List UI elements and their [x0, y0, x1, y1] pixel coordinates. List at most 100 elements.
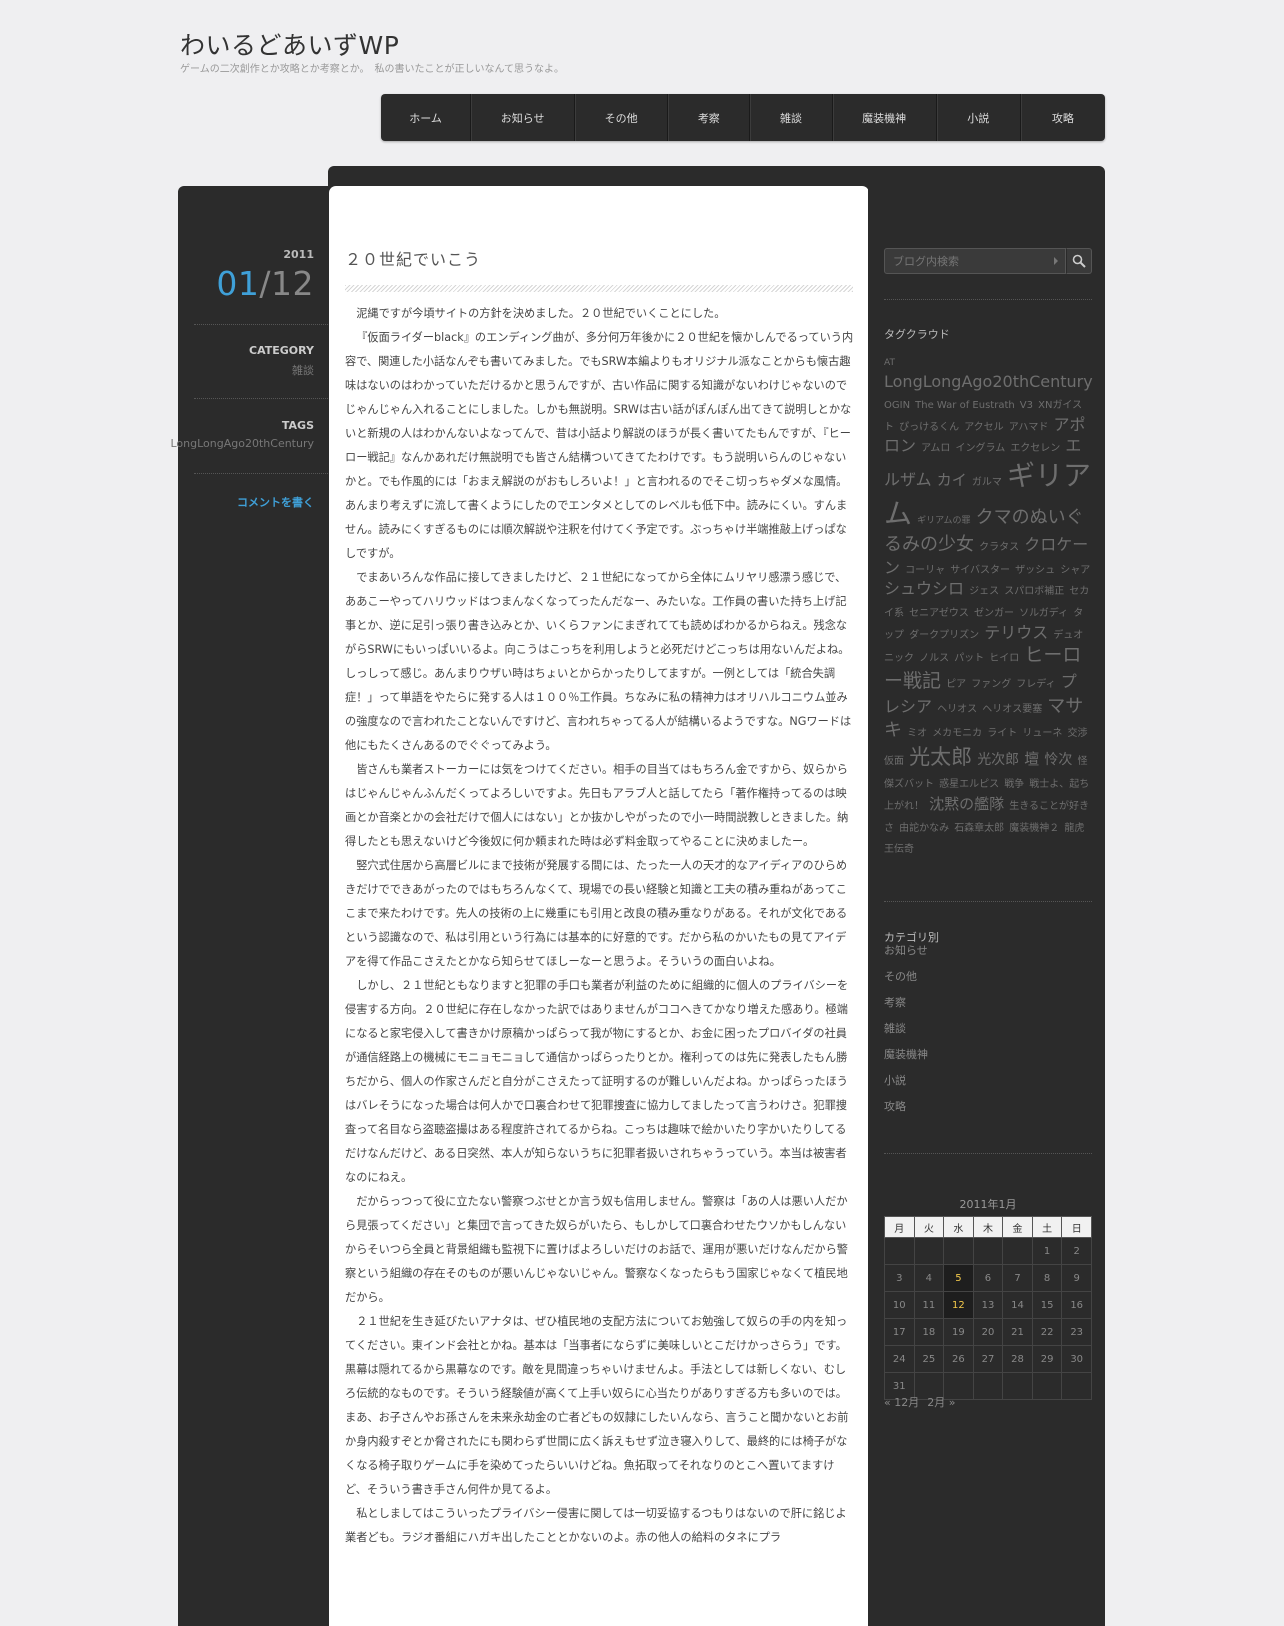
nav-item[interactable]: 魔装機神 — [833, 94, 937, 141]
tag-link[interactable]: ヘリオス要塞 — [982, 704, 1042, 715]
tag-link[interactable]: 惑星エルピス — [939, 779, 999, 790]
post-category-link[interactable]: 雑談 — [292, 362, 314, 378]
tag-link[interactable]: アムロ — [921, 443, 950, 454]
category-item[interactable]: 考察 — [884, 996, 928, 1022]
post-paragraph: 皆さんも業者ストーカーには気をつけてください。相手の目当てはもちろん金ですから、… — [345, 763, 849, 848]
tag-link[interactable]: 壇 — [1024, 750, 1039, 768]
category-item[interactable]: 攻略 — [884, 1100, 928, 1126]
calendar-day: 3 — [884, 1264, 915, 1292]
nav-item[interactable]: ホーム — [381, 94, 472, 141]
tag-link[interactable]: デュオ — [1053, 630, 1083, 641]
post-title[interactable]: ２０世紀でいこう — [345, 246, 481, 270]
tag-link[interactable]: V3 — [1020, 400, 1033, 411]
tag-link[interactable]: ファング — [971, 679, 1011, 690]
tagcloud-title: タグクラウド — [884, 328, 950, 341]
calendar-day: 2 — [1061, 1237, 1092, 1265]
category-item[interactable]: 魔装機神 — [884, 1048, 928, 1074]
tag-link[interactable]: スパロボ補正 — [1004, 586, 1064, 597]
tag-link[interactable]: ゼンガー — [974, 608, 1014, 619]
tag-link[interactable]: 沈黙の艦隊 — [929, 795, 1004, 813]
sidebar-divider — [884, 299, 1092, 300]
post-day: /12 — [259, 264, 314, 303]
tag-link[interactable]: 由詑かなみ — [899, 823, 949, 834]
tag-link[interactable]: ピア — [946, 679, 966, 690]
search-input[interactable] — [884, 248, 1066, 274]
tag-link[interactable]: 光次郎 — [977, 752, 1019, 768]
write-comment-link[interactable]: コメントを書く — [237, 494, 314, 510]
calendar-day[interactable]: 12 — [943, 1291, 974, 1319]
tag-link[interactable]: AT — [884, 358, 895, 368]
tag-link[interactable]: イングラム — [956, 443, 1006, 454]
category-list: お知らせ その他 考察 雑談 魔装機神 小説 攻略 — [884, 944, 928, 1126]
calendar-empty-cell — [1002, 1237, 1033, 1265]
tag-link[interactable]: リューネ — [1022, 728, 1062, 739]
tag-link[interactable]: 怜次 — [1044, 752, 1072, 768]
tag-link[interactable]: カイ — [937, 471, 967, 489]
tag-link[interactable]: アハマド — [1009, 422, 1049, 433]
nav-item[interactable]: お知らせ — [471, 94, 576, 141]
tag-link[interactable]: パット — [954, 653, 984, 664]
tag-link[interactable]: ミオ — [907, 728, 927, 739]
tag-cloud: AT LongLongAgo20thCentury OGIN The War o… — [884, 349, 1093, 858]
calendar-day: 7 — [1002, 1264, 1033, 1292]
tag-link[interactable]: ギリアムの罪 — [917, 516, 970, 526]
category-item[interactable]: その他 — [884, 970, 928, 996]
category-title: カテゴリ別 — [884, 931, 939, 944]
tag-link[interactable]: ヒイロ — [989, 653, 1019, 664]
tag-link[interactable]: ヘリオス — [937, 704, 977, 715]
calendar-prev-link[interactable]: « 12月 — [884, 1396, 919, 1409]
tag-link[interactable]: 魔装機神２ — [1009, 823, 1059, 834]
tag-link[interactable]: テリウス — [984, 623, 1048, 642]
tags-label: TAGS — [281, 419, 314, 432]
search-icon — [1072, 254, 1086, 268]
nav-item[interactable]: 小説 — [937, 94, 1021, 141]
tag-link[interactable]: セニアゼウス — [909, 608, 969, 619]
tag-link[interactable]: アクセル — [964, 422, 1004, 433]
calendar-empty-cell — [913, 1237, 945, 1265]
tag-link[interactable]: ノルス — [919, 653, 949, 664]
tag-link[interactable]: The War of Eustrath — [915, 400, 1015, 411]
tag-link[interactable]: ダークプリズン — [909, 630, 979, 641]
category-item[interactable]: 小説 — [884, 1074, 928, 1100]
nav-item[interactable]: 考察 — [668, 94, 751, 141]
tag-link[interactable]: 石森章太郎 — [954, 823, 1004, 834]
sidebar-divider — [884, 901, 1092, 902]
post-paragraph: 竪穴式住居から高層ビルにまで技術が発展する間には、たった一人の天才的なアイディア… — [345, 859, 848, 968]
nav-item[interactable]: 攻略 — [1021, 94, 1105, 141]
tag-link[interactable]: ニック — [884, 653, 914, 664]
meta-divider — [194, 473, 330, 474]
tag-link[interactable]: 仮面 — [884, 756, 904, 767]
tag-link[interactable]: ザッシュ — [1015, 565, 1055, 576]
category-item[interactable]: お知らせ — [884, 944, 928, 970]
tag-link[interactable]: クラタス — [979, 542, 1019, 553]
tag-link[interactable]: シュウシロ — [884, 579, 964, 598]
tag-link[interactable]: ぴっけるくん — [899, 422, 959, 433]
tag-link[interactable]: 交渉 — [1067, 728, 1087, 739]
site-title[interactable]: わいるどあいずWP — [180, 26, 399, 62]
tag-link[interactable]: OGIN — [884, 400, 910, 411]
nav-item[interactable]: 雑談 — [750, 94, 833, 141]
tag-link[interactable]: コーリャ — [905, 565, 945, 576]
tag-link[interactable]: メカモニカ — [932, 728, 982, 739]
tag-link[interactable]: エクセレン — [1010, 443, 1060, 454]
calendar-day: 8 — [1031, 1264, 1063, 1292]
tag-link[interactable]: ソルガディ — [1019, 608, 1068, 619]
tag-link[interactable]: ライト — [987, 728, 1017, 739]
search-button[interactable] — [1066, 248, 1092, 274]
tag-link[interactable]: LongLongAgo20thCentury — [884, 372, 1093, 391]
calendar-day: 4 — [913, 1264, 945, 1292]
tag-link[interactable]: ガルマ — [972, 477, 1002, 488]
tag-link[interactable]: 戦争 — [1004, 779, 1024, 790]
calendar-day[interactable]: 5 — [943, 1264, 974, 1292]
nav-item[interactable]: その他 — [575, 94, 669, 141]
tag-link[interactable]: シャア — [1060, 565, 1090, 576]
post-tag-link[interactable]: LongLongAgo20thCentury — [171, 437, 315, 450]
tag-link[interactable]: サイバスター — [950, 565, 1010, 576]
tag-link[interactable]: フレディ — [1016, 679, 1055, 690]
category-item[interactable]: 雑談 — [884, 1022, 928, 1048]
site-description: ゲームの二次創作とか攻略とか考察とか。 私の書いたことが正しいなんて思うなよ。 — [180, 64, 564, 75]
calendar-day: 6 — [972, 1264, 1004, 1292]
calendar-next-link[interactable]: 2月 » — [927, 1396, 955, 1409]
tag-link[interactable]: ジェス — [969, 586, 999, 597]
tag-link[interactable]: 光太郎 — [909, 745, 972, 769]
